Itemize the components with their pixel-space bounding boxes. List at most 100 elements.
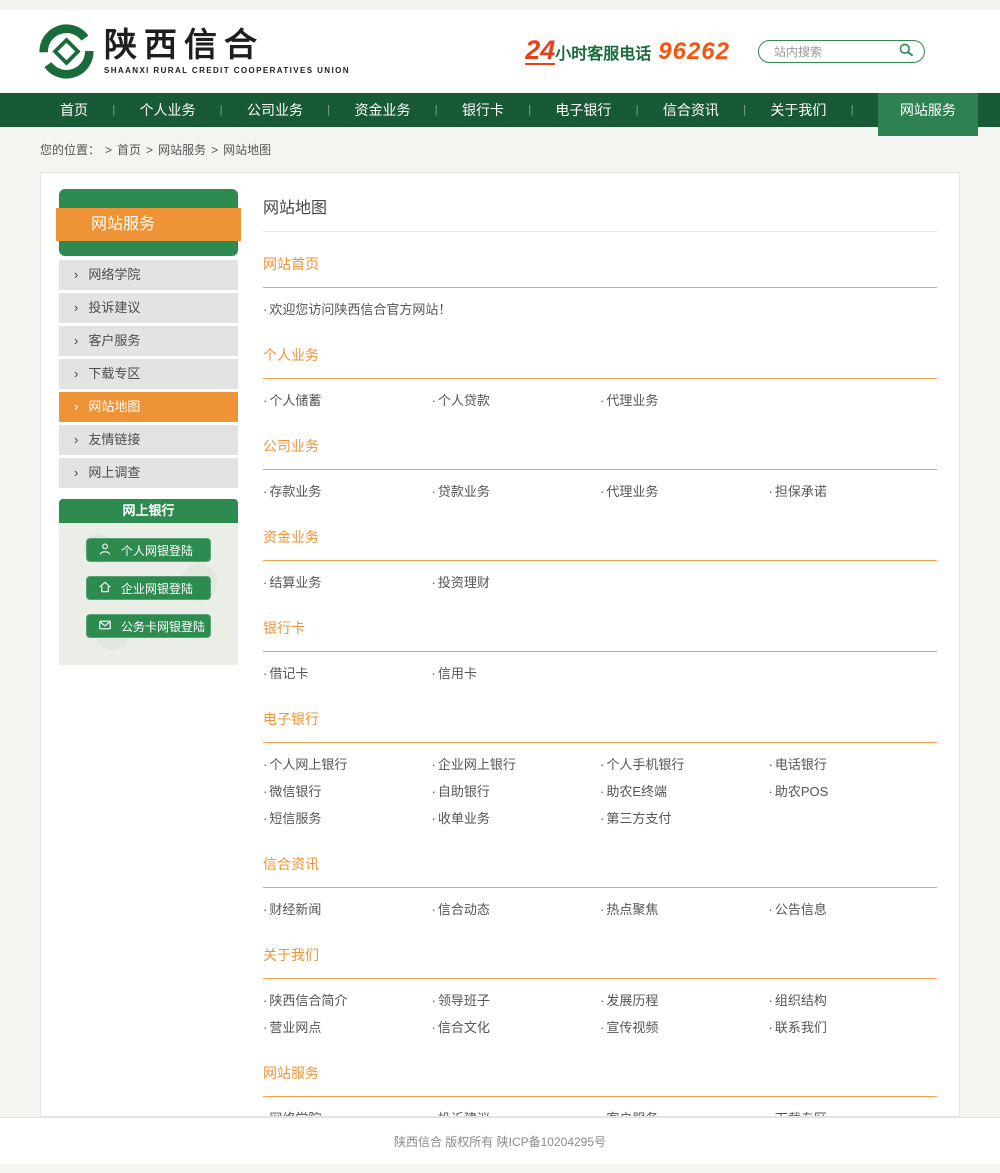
section-links: · 个人储蓄 · 个人贷款 · 代理业务	[263, 379, 937, 414]
link-bullet: ·	[768, 784, 773, 799]
sitemap-link-label: 个人储蓄	[269, 393, 322, 408]
sitemap-link[interactable]: · 第三方支付	[600, 805, 769, 832]
sitemap-link[interactable]: · 借记卡	[263, 660, 432, 687]
sitemap-link-label: 客户服务	[606, 1111, 658, 1116]
sitemap-link[interactable]: · 发展历程	[600, 987, 769, 1014]
nav-item[interactable]: 银行卡	[462, 93, 504, 127]
sidebar-item-label: 友情链接	[88, 432, 141, 447]
sitemap-link[interactable]: · 欢迎您访问陕西信合官方网站！	[263, 296, 451, 323]
breadcrumb-link[interactable]: 网站服务	[158, 143, 206, 157]
sidebar-menu-item[interactable]: › 友情链接	[59, 425, 238, 455]
ebank-button-label: 个人网银登陆	[121, 543, 194, 558]
search-button[interactable]	[898, 42, 914, 61]
sitemap-link[interactable]: ·客户服务	[600, 1105, 769, 1116]
link-bullet: ·	[768, 993, 773, 1008]
ebank-button-label: 公务卡网银登陆	[121, 619, 206, 634]
sitemap-link[interactable]: ·投诉建议	[432, 1105, 601, 1116]
sitemap-link[interactable]: · 电话银行	[769, 751, 938, 778]
sitemap-link[interactable]: · 领导班子	[432, 987, 601, 1014]
sitemap-link[interactable]: · 收单业务	[432, 805, 601, 832]
link-bullet: ·	[263, 757, 268, 772]
sitemap-link[interactable]: · 信合文化	[432, 1014, 601, 1041]
sitemap-link[interactable]: · 助农POS	[769, 778, 938, 805]
section-links: · 欢迎您访问陕西信合官方网站！	[263, 288, 937, 323]
sitemap-link[interactable]: · 个人网上银行	[263, 751, 432, 778]
nav-separator: |	[327, 104, 331, 116]
breadcrumb-link[interactable]: 网站地图	[223, 143, 271, 157]
ebank-login-button[interactable]: 个人网银登陆	[86, 538, 211, 562]
sidebar-menu-item[interactable]: › 客户服务	[59, 326, 238, 356]
link-bullet: ·	[600, 902, 605, 917]
sitemap-link[interactable]: · 代理业务	[600, 478, 769, 505]
ebank-login-button[interactable]: 公务卡网银登陆	[86, 614, 211, 638]
sitemap-link[interactable]: · 投资理财	[432, 569, 601, 596]
sidebar-menu: › 网络学院 › 投诉建议 › 客户服务 › 下载专区 › 网站地图 › 友情链接 › 网上调…	[59, 260, 238, 488]
sitemap-link[interactable]: · 财经新闻	[263, 896, 432, 923]
sitemap-link[interactable]: · 个人储蓄	[263, 387, 432, 414]
footer: 陕西信合 版权所有 陕ICP备10204295号	[0, 1117, 1000, 1164]
sitemap-link[interactable]: · 个人贷款	[432, 387, 601, 414]
sitemap-link[interactable]: · 信合动态	[432, 896, 601, 923]
sitemap-section: 银行卡 · 借记卡 · 信用卡	[263, 618, 937, 687]
sitemap-link[interactable]: · 联系我们	[769, 1014, 938, 1041]
search-input[interactable]	[772, 43, 898, 60]
sitemap-link[interactable]: · 存款业务	[263, 478, 432, 505]
sitemap-link[interactable]: ·网络学院	[263, 1105, 432, 1116]
sitemap-link[interactable]: · 公告信息	[769, 896, 938, 923]
ebank-login-button[interactable]: 企业网银登陆	[86, 576, 211, 600]
sitemap-link[interactable]: · 个人手机银行	[600, 751, 769, 778]
sidebar-item-label: 网上调查	[88, 465, 141, 480]
nav-separator: |	[112, 104, 116, 116]
logo-title: 陕西信合	[104, 26, 264, 63]
sidebar-menu-item[interactable]: › 网络学院	[59, 260, 238, 290]
breadcrumb-link[interactable]: 首页	[117, 143, 141, 157]
link-bullet: ·	[600, 993, 605, 1008]
sitemap-link[interactable]: · 信用卡	[432, 660, 601, 687]
sitemap-link[interactable]: · 营业网点	[263, 1014, 432, 1041]
sitemap-link[interactable]: ·下载专区	[769, 1105, 938, 1116]
nav-item[interactable]: 网站服务	[877, 93, 978, 136]
logo-subtitle: SHAANXI RURAL CREDIT COOPERATIVES UNION	[104, 66, 350, 75]
sidebar-menu-item[interactable]: › 网站地图	[59, 392, 238, 422]
sitemap-link[interactable]: · 微信银行	[263, 778, 432, 805]
nav-separator: |	[528, 104, 532, 116]
nav-item[interactable]: 公司业务	[247, 93, 303, 127]
breadcrumb-separator: >	[105, 143, 113, 157]
sitemap-link[interactable]: · 宣传视频	[600, 1014, 769, 1041]
page-title: 网站地图	[263, 194, 937, 232]
site-search[interactable]	[758, 40, 925, 63]
sitemap-link-label: 联系我们	[774, 1020, 827, 1035]
sitemap-link[interactable]: · 组织结构	[769, 987, 938, 1014]
sitemap-link[interactable]: · 助农E终端	[600, 778, 769, 805]
sitemap-link-label: 投资理财	[437, 575, 490, 590]
sitemap-link-label: 热点聚焦	[606, 902, 659, 917]
nav-item[interactable]: 资金业务	[354, 93, 410, 127]
nav-item[interactable]: 电子银行	[555, 93, 611, 127]
section-links: ·网络学院 ·投诉建议 ·客户服务 ·下载专区 ·网站地图 ·友情链接 ·网上调…	[263, 1097, 938, 1116]
sitemap-link[interactable]: · 热点聚焦	[600, 896, 769, 923]
nav-item[interactable]: 关于我们	[770, 93, 826, 127]
sidebar-menu-item[interactable]: › 投诉建议	[59, 293, 238, 323]
sitemap-link[interactable]: · 担保承诺	[769, 478, 938, 505]
nav-item[interactable]: 信合资讯	[663, 93, 719, 127]
ebank-panel: 网上银行 个人网银登陆 企业网银登陆 公务卡网银登陆	[59, 499, 238, 665]
sitemap-link[interactable]: · 陕西信合简介	[263, 987, 432, 1014]
sitemap-link-label: 助农POS	[774, 784, 829, 799]
nav-item[interactable]: 首页	[60, 93, 88, 127]
sidebar-menu-item[interactable]: › 下载专区	[59, 359, 238, 389]
sitemap-link-label: 结算业务	[269, 575, 322, 590]
link-bullet: ·	[600, 1020, 605, 1035]
nav-item[interactable]: 个人业务	[139, 93, 195, 127]
sidebar: 网站服务 › 网络学院 › 投诉建议 › 客户服务 › 下载专区 › 网站地图 › 友情链接…	[56, 189, 241, 665]
sitemap-link[interactable]: · 代理业务	[600, 387, 769, 414]
sitemap-link[interactable]: · 自助银行	[432, 778, 601, 805]
link-bullet: ·	[431, 1020, 436, 1035]
sidebar-menu-item[interactable]: › 网上调查	[59, 458, 238, 488]
chevron-right-icon: ›	[74, 267, 79, 282]
sitemap-link[interactable]: · 短信服务	[263, 805, 432, 832]
site-logo[interactable]: 陕西信合 SHAANXI RURAL CREDIT COOPERATIVES U…	[38, 23, 350, 80]
sitemap-link[interactable]: · 结算业务	[263, 569, 432, 596]
sitemap-link[interactable]: · 企业网上银行	[432, 751, 601, 778]
sitemap-link[interactable]: · 贷款业务	[432, 478, 601, 505]
sitemap-link-label: 发展历程	[606, 993, 659, 1008]
